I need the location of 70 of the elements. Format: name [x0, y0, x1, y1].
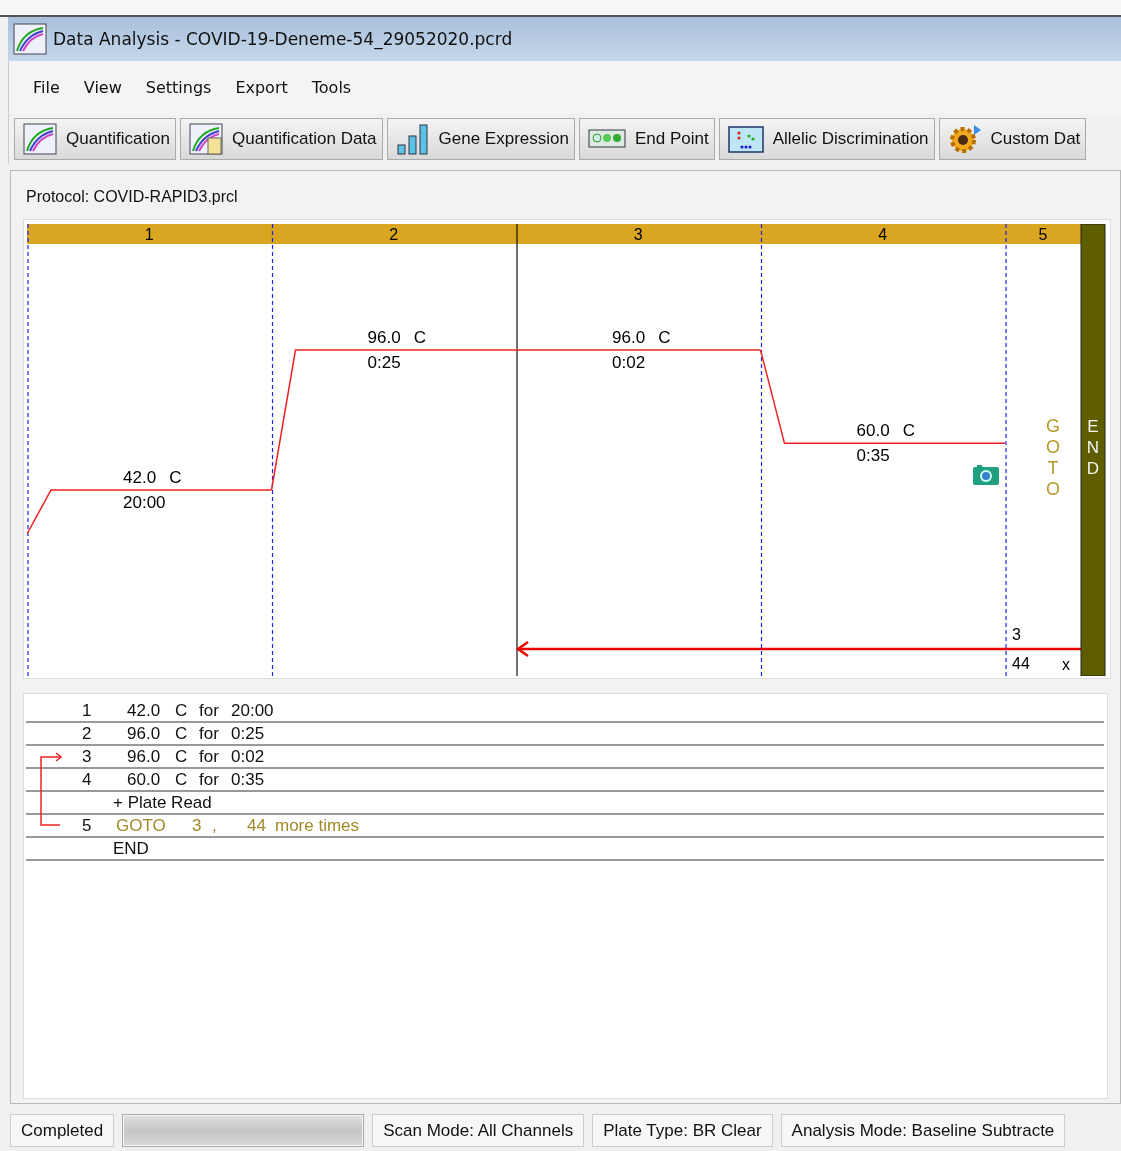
amplification-chart-icon	[23, 123, 57, 155]
duration: 0:25	[231, 723, 266, 744]
step-number: 1	[144, 226, 154, 243]
duration-label: 20:00	[123, 493, 166, 512]
end-label: END	[113, 838, 150, 859]
toolbar-button[interactable]: Quantification Data	[179, 118, 383, 160]
for-label: for	[199, 700, 220, 721]
camera-icon	[973, 465, 999, 485]
menu-item[interactable]: Tools	[301, 74, 362, 101]
temperature-label: 60.0 C	[856, 421, 916, 441]
duration-label: 0:02	[612, 353, 646, 372]
goto-label: GOTO	[116, 815, 167, 836]
menu-item[interactable]: Settings	[135, 74, 222, 101]
temperature-label: 42.0 C	[123, 468, 182, 487]
amplification-chart-icon	[13, 23, 47, 55]
menu-item[interactable]: File	[23, 74, 70, 101]
step-number: 5	[82, 815, 93, 836]
temperature-label: 96.0 C	[612, 328, 671, 347]
for-label: for	[199, 746, 220, 767]
duration: 20:00	[231, 700, 275, 721]
temperature: 42.0	[127, 700, 162, 721]
amplification-chart-icon	[188, 123, 223, 155]
temperature: 96.0	[127, 723, 162, 744]
separator: ,	[212, 815, 218, 836]
step-number: 5	[1038, 226, 1048, 243]
step-number: 4	[82, 769, 93, 790]
toolbar-button[interactable]: End Point	[578, 118, 715, 160]
toolbar-button[interactable]: Allelic Discrimination	[718, 118, 935, 160]
for-label: for	[199, 723, 220, 744]
temperature: 60.0	[127, 769, 162, 790]
status-text: Scan Mode: All Channels	[372, 1114, 585, 1147]
duration-label: 0:35	[856, 446, 890, 466]
end-label: END	[1086, 417, 1100, 478]
step-number: 3	[633, 226, 643, 243]
scatter-plot-icon	[727, 123, 764, 155]
goto-target: 3	[1012, 626, 1021, 643]
menu-item[interactable]: View	[73, 74, 132, 101]
step-number: 2	[389, 226, 399, 243]
toolbar-button[interactable]: Custom Dat	[938, 118, 1087, 160]
step-number: 4	[878, 226, 888, 243]
step-number: 2	[82, 723, 93, 744]
goto-target: 3	[192, 815, 203, 836]
menu-item[interactable]: Export	[225, 74, 298, 101]
duration: 0:35	[231, 769, 266, 790]
step-number: 3	[82, 746, 93, 767]
goto-label: GOTO	[1046, 416, 1060, 499]
unit: C	[175, 769, 189, 790]
status-text: Analysis Mode: Baseline Subtracte	[780, 1114, 1066, 1147]
bar-chart-icon	[395, 123, 430, 155]
gear-icon	[947, 123, 982, 155]
window-title: Data Analysis - COVID-19-Deneme-54_29052020.pcrd	[53, 29, 513, 49]
status-text: Completed	[10, 1114, 115, 1147]
temperature: 96.0	[127, 746, 162, 767]
repeat-suffix: more times	[275, 815, 361, 836]
step-number: 1	[82, 700, 93, 721]
temperature-label: 96.0 C	[367, 328, 427, 347]
unit: C	[175, 746, 189, 767]
plate-read-label: + Plate Read	[113, 792, 213, 813]
status-text: Plate Type: BR Clear	[592, 1114, 773, 1147]
toolbar-button[interactable]: Quantification	[14, 118, 176, 160]
unit: C	[175, 723, 189, 744]
duration: 0:02	[231, 746, 266, 767]
unit: C	[175, 700, 189, 721]
repeat-count: 44	[247, 815, 267, 836]
protocol-label: Protocol: COVID-RAPID3.prcl	[26, 188, 238, 206]
repeat-count: 44	[1012, 655, 1030, 672]
times-mark: x	[1062, 656, 1070, 673]
toolbar-button[interactable]: Gene Expression	[386, 118, 575, 160]
duration-label: 0:25	[367, 353, 401, 372]
for-label: for	[199, 769, 220, 790]
